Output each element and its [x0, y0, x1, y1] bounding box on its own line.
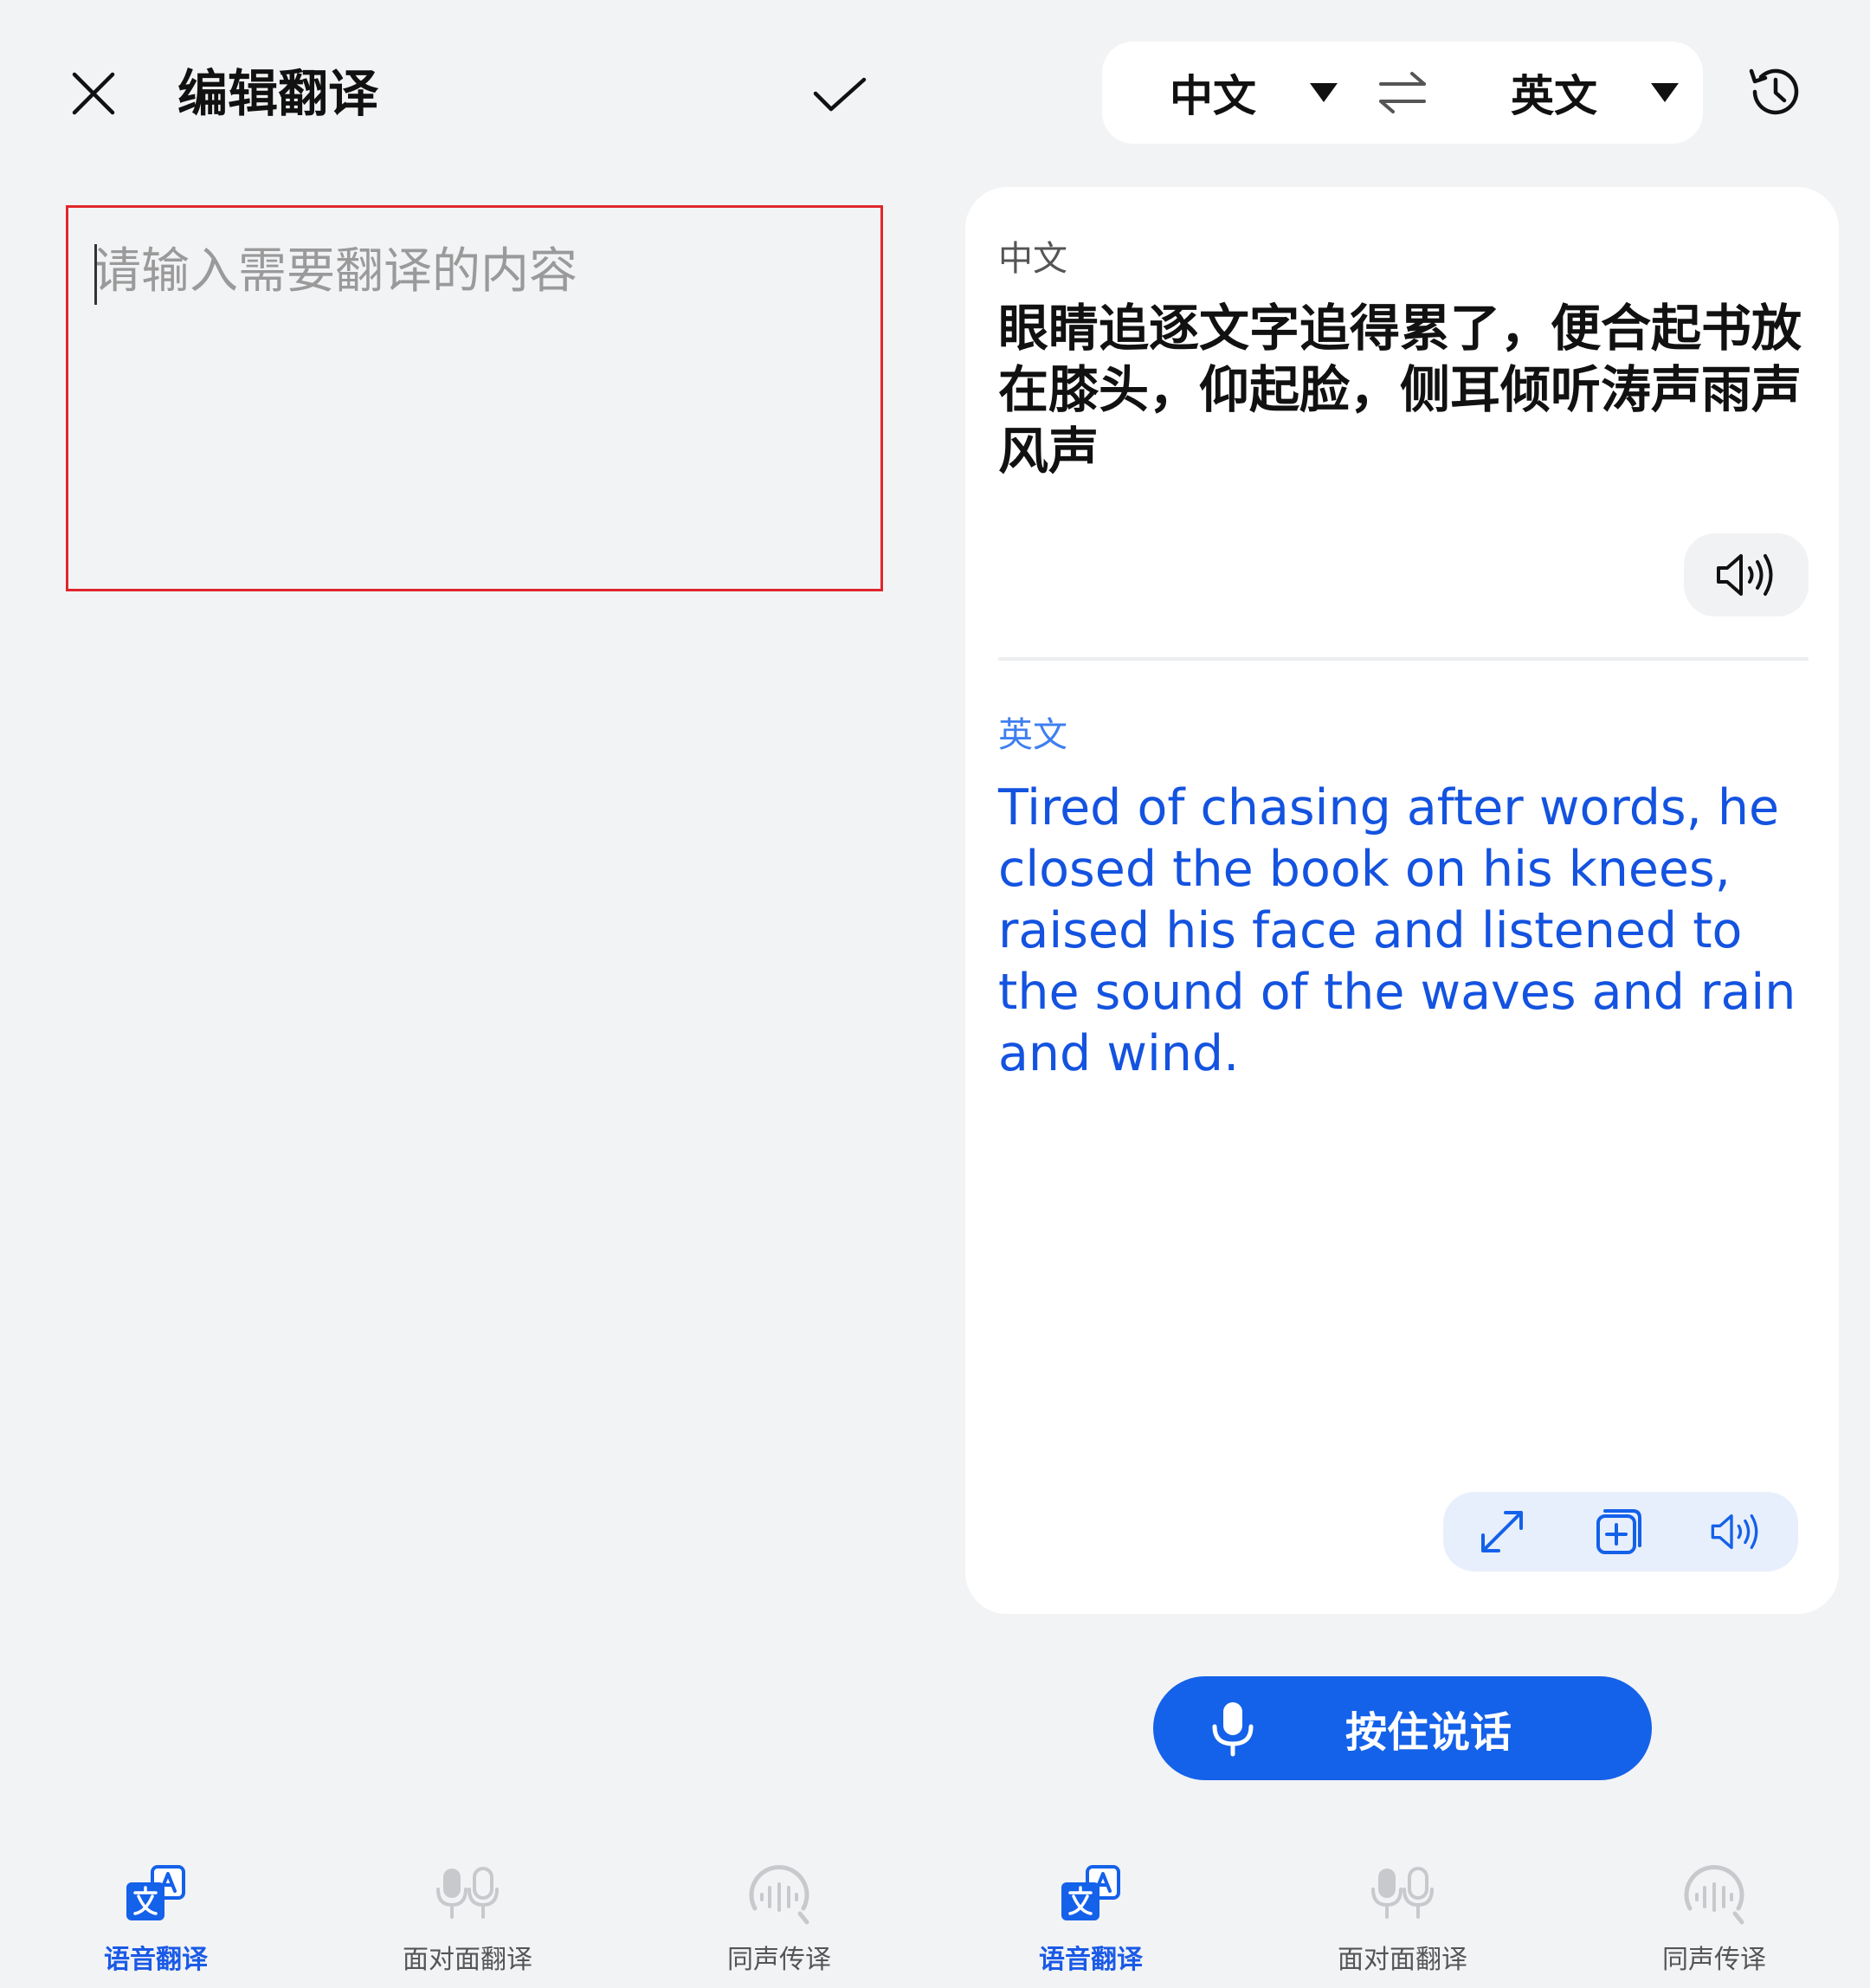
- face-to-face-mic-icon: [436, 1867, 499, 1919]
- source-language-label: 中文: [1170, 71, 1256, 121]
- speaker-icon[interactable]: [1710, 1506, 1762, 1558]
- translated-text: Tired of chasing after words, he closed …: [998, 779, 1796, 1082]
- source-language-caption: 中文: [998, 239, 1067, 279]
- nav-label: 语音翻译: [1039, 1945, 1143, 1975]
- translation-screen: 编辑翻译 中文 英文 中文 眼睛追逐文字追得累了，便合起书放在膝头，仰起脸，侧耳: [0, 0, 1870, 1988]
- history-icon[interactable]: [1744, 61, 1807, 123]
- check-icon: [813, 77, 867, 112]
- nav-label: 同声传译: [727, 1945, 831, 1975]
- dropdown-triangle-icon: [1651, 83, 1679, 102]
- expand-icon[interactable]: [1476, 1506, 1528, 1558]
- source-language-selector[interactable]: 中文: [1170, 42, 1338, 144]
- nav-label: 面对面翻译: [403, 1945, 532, 1975]
- page-title: 编辑翻译: [177, 64, 379, 123]
- language-selector-bar: 中文 英文: [1102, 42, 1703, 144]
- voice-translate-icon: [126, 1865, 185, 1920]
- target-language-label: 英文: [1511, 71, 1597, 121]
- source-text: 眼睛追逐文字追得累了，便合起书放在膝头，仰起脸，侧耳倾听涛声雨声风声: [998, 299, 1802, 481]
- dropdown-triangle-icon: [1310, 83, 1338, 102]
- confirm-button[interactable]: [805, 61, 874, 130]
- target-language-caption: 英文: [998, 715, 1067, 755]
- nav-voice-translate-left[interactable]: 语音翻译: [52, 1862, 260, 1975]
- simultaneous-interpretation-icon: [1684, 1865, 1744, 1925]
- face-to-face-mic-icon: [1371, 1867, 1434, 1919]
- simultaneous-interpretation-icon: [749, 1865, 809, 1925]
- translation-actions: [1443, 1492, 1798, 1572]
- nav-face-to-face-left[interactable]: 面对面翻译: [364, 1862, 571, 1975]
- nav-simultaneous-right[interactable]: 同声传译: [1610, 1862, 1818, 1975]
- voice-translate-icon: [1061, 1865, 1120, 1920]
- translation-result-card: 中文 眼睛追逐文字追得累了，便合起书放在膝头，仰起脸，侧耳倾听涛声雨声风声 英文…: [965, 187, 1839, 1614]
- speaker-icon: [1717, 554, 1773, 596]
- divider: [998, 657, 1809, 661]
- text-caret: [94, 244, 97, 305]
- nav-label: 面对面翻译: [1338, 1945, 1467, 1975]
- swap-languages-icon[interactable]: [1377, 70, 1428, 115]
- translation-input[interactable]: [93, 241, 854, 561]
- nav-label: 语音翻译: [104, 1945, 208, 1975]
- push-to-talk-label: 按住说话: [1344, 1708, 1512, 1757]
- push-to-talk-button[interactable]: 按住说话: [1153, 1676, 1652, 1780]
- add-to-collection-icon[interactable]: [1593, 1506, 1645, 1558]
- nav-face-to-face-right[interactable]: 面对面翻译: [1299, 1862, 1506, 1975]
- nav-simultaneous-left[interactable]: 同声传译: [675, 1862, 883, 1975]
- nav-voice-translate-right[interactable]: 语音翻译: [987, 1862, 1195, 1975]
- target-language-selector[interactable]: 英文: [1511, 42, 1679, 144]
- nav-label: 同声传译: [1662, 1945, 1766, 1975]
- close-icon: [72, 72, 115, 115]
- play-source-button[interactable]: [1684, 533, 1809, 616]
- close-button[interactable]: [61, 61, 126, 126]
- translation-input-box[interactable]: [66, 205, 883, 591]
